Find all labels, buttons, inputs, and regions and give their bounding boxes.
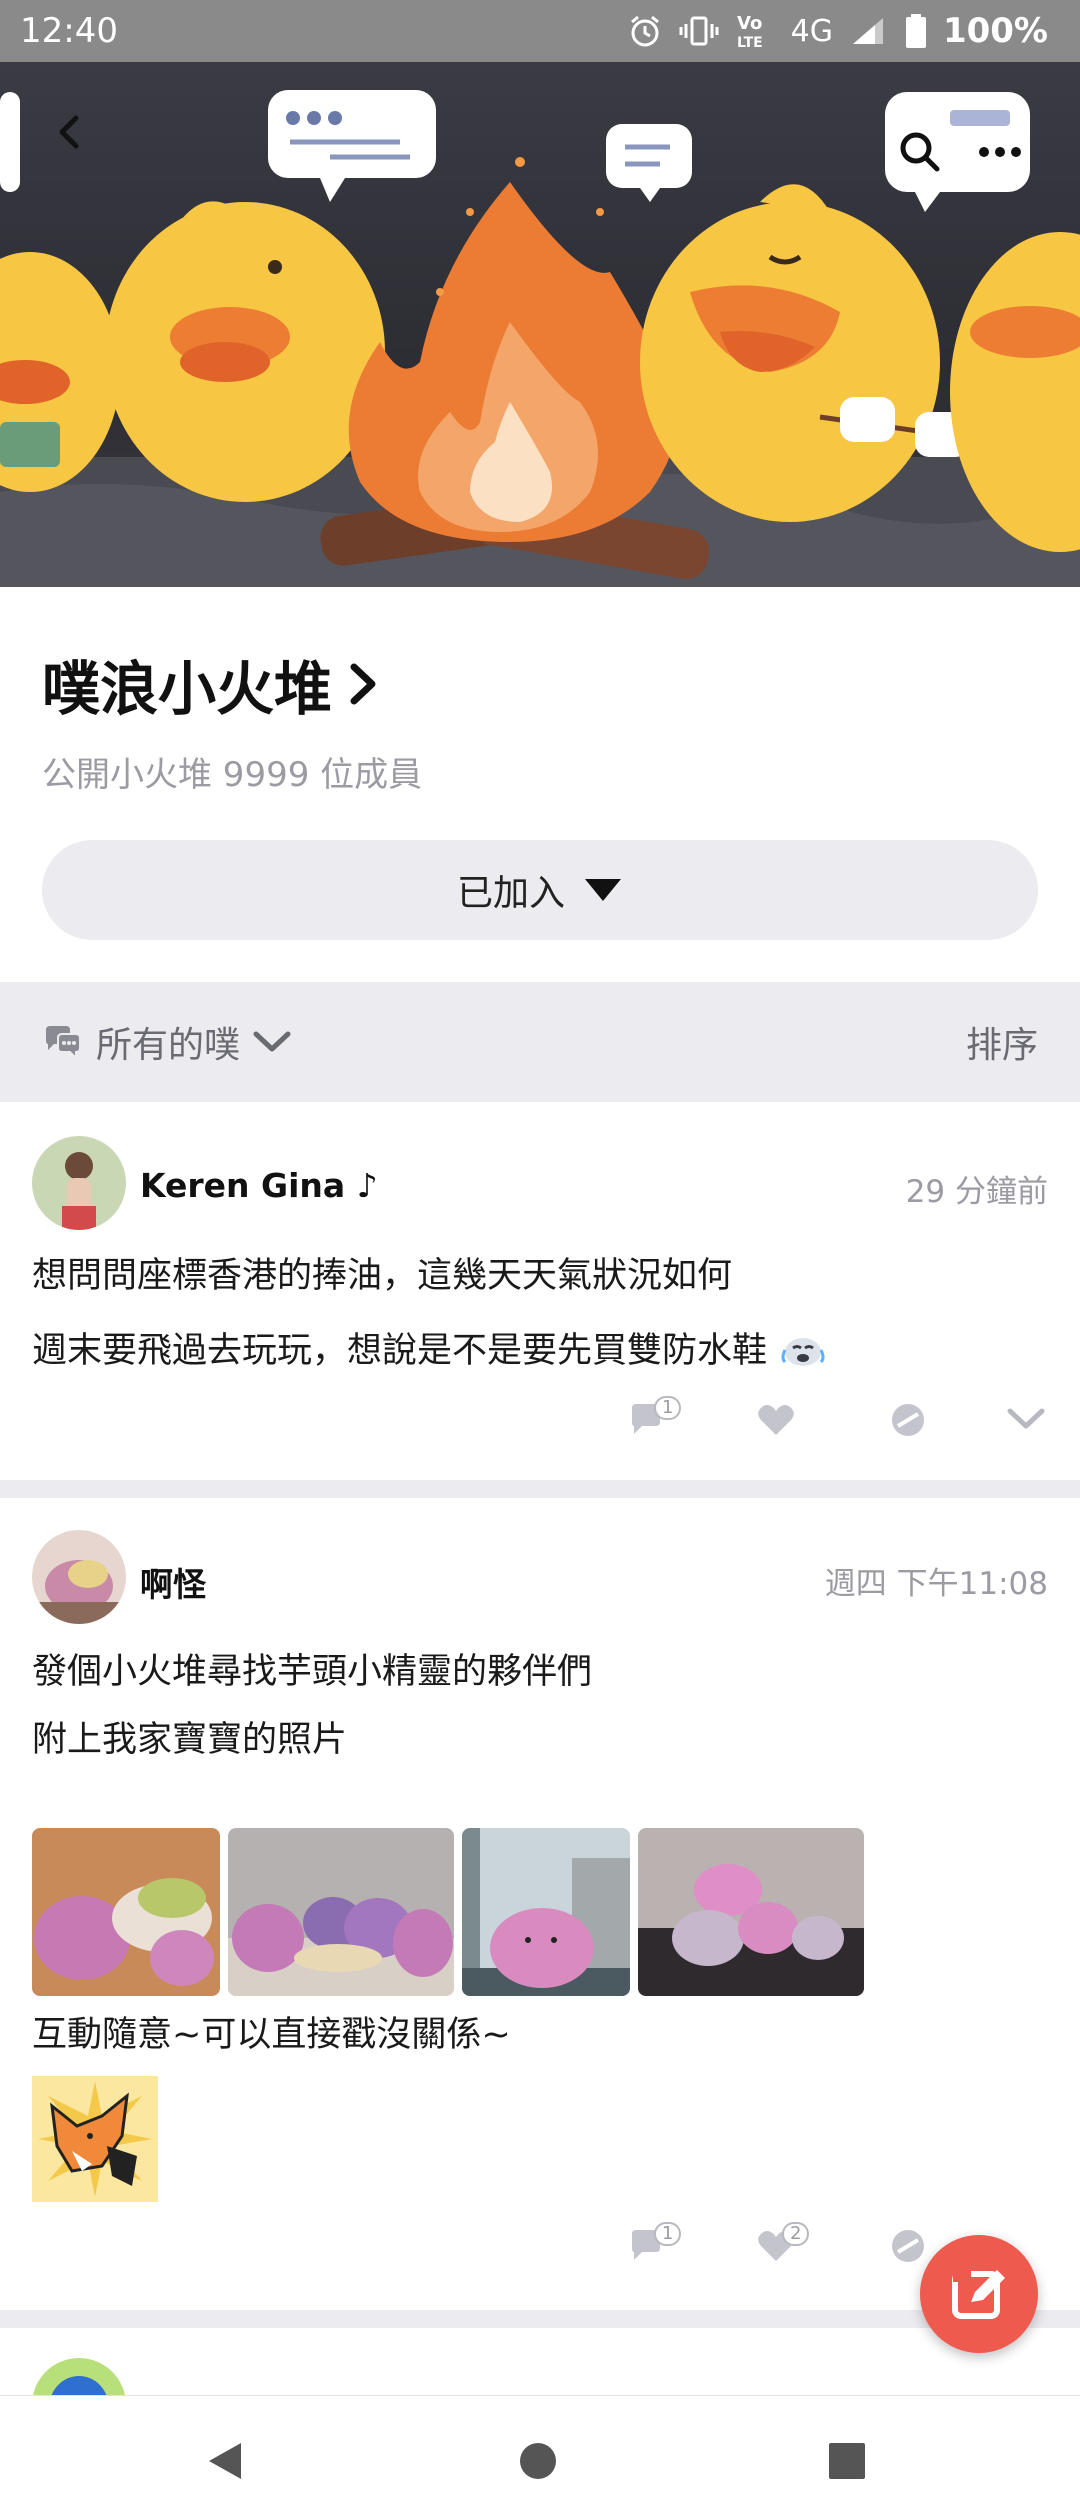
- post-divider: [0, 1480, 1080, 1498]
- status-bar: 12:40 Vo LTE 4G 100%: [0, 0, 1080, 62]
- like-button[interactable]: [756, 1402, 796, 1438]
- post-menu-button[interactable]: [1006, 1406, 1046, 1432]
- post-photo[interactable]: [228, 1828, 454, 1996]
- alarm-icon: [630, 15, 659, 47]
- post-time: 29 分鐘前: [905, 1174, 1048, 1210]
- avatar[interactable]: [32, 1530, 126, 1624]
- reply-count: 1: [654, 1396, 682, 1420]
- svg-text:Vo: Vo: [737, 13, 762, 34]
- system-nav-bar: [0, 2395, 1080, 2520]
- author-name[interactable]: Keren Gina ♪: [140, 1166, 378, 1205]
- back-arrow-icon: [59, 115, 79, 149]
- post-time: 週四 下午11:08: [824, 1566, 1048, 1602]
- signal-icon: [852, 18, 883, 44]
- app-root: 12:40 Vo LTE 4G 100% 噗浪小火堆 公開小火堆 9999 位成…: [0, 0, 1080, 2520]
- reply-button[interactable]: 1: [628, 2222, 682, 2264]
- nav-recents-icon: [829, 2443, 865, 2479]
- vibrate-icon: [679, 16, 719, 46]
- post-photo[interactable]: [32, 1828, 220, 1996]
- post-sticker[interactable]: [32, 2076, 158, 2202]
- replurk-button[interactable]: [888, 2226, 928, 2266]
- volte-icon: Vo LTE: [737, 13, 763, 51]
- plurk-filter-dropdown[interactable]: 所有的噗: [42, 1016, 292, 1068]
- avatar[interactable]: [32, 2358, 126, 2395]
- replurk-icon: [892, 1404, 924, 1436]
- more-icon: [979, 147, 1021, 157]
- status-icons: Vo LTE 4G 100%: [627, 11, 1048, 51]
- heart-icon: [758, 1405, 794, 1435]
- like-button[interactable]: 2: [756, 2222, 810, 2264]
- plurk-post[interactable]: 啊怪 週四 下午11:08 發個小火堆尋找芋頭小精靈的夥伴們 附上我家寶寶的照片: [0, 1498, 1080, 2310]
- post-text: 發個小火堆尋找芋頭小精靈的夥伴們: [32, 1652, 593, 1692]
- joined-label: 已加入: [456, 873, 565, 914]
- nav-recents-button[interactable]: [812, 2426, 882, 2496]
- filter-label: 所有的噗: [96, 1025, 241, 1066]
- post-text: 互動隨意~可以直接戳沒關係~: [32, 2015, 511, 2055]
- post-actions: 1: [0, 1392, 1080, 1452]
- reply-count: 1: [654, 2222, 682, 2246]
- like-count: 2: [782, 2222, 810, 2246]
- post-text: 週末要飛過去玩玩，想說是不是要先買雙防水鞋: [32, 1322, 829, 1373]
- edit-icon: [952, 2268, 1005, 2319]
- caret-down-icon: [585, 879, 621, 901]
- post-actions: 1 2: [0, 2218, 1080, 2278]
- replurk-button[interactable]: [888, 1400, 928, 1440]
- filter-bar: 所有的噗 排序: [0, 982, 1080, 1102]
- search-button[interactable]: [890, 122, 950, 182]
- status-time: 12:40: [20, 11, 118, 51]
- chevron-down-icon: [253, 1031, 291, 1052]
- plurk-post[interactable]: [0, 2328, 1080, 2395]
- nav-back-button[interactable]: [190, 2426, 260, 2496]
- avatar[interactable]: [32, 1136, 126, 1230]
- more-button[interactable]: [970, 122, 1030, 182]
- sort-button[interactable]: 排序: [966, 1016, 1038, 1068]
- nav-home-icon: [520, 2443, 556, 2479]
- network-type: 4G: [790, 13, 833, 49]
- author-name[interactable]: 啊怪: [140, 1558, 206, 1606]
- post-photo[interactable]: [638, 1828, 864, 1996]
- nav-back-icon: [209, 2443, 241, 2479]
- nav-home-button[interactable]: [503, 2426, 573, 2496]
- group-info: 噗浪小火堆 公開小火堆 9999 位成員 已加入: [0, 587, 1080, 982]
- chevron-down-icon: [1007, 1408, 1045, 1429]
- group-banner: [0, 62, 1080, 587]
- back-button[interactable]: [50, 112, 120, 182]
- group-subtitle: 公開小火堆 9999 位成員: [42, 755, 423, 795]
- reply-button[interactable]: 1: [628, 1396, 682, 1438]
- group-title-link[interactable]: 噗浪小火堆: [42, 642, 380, 726]
- svg-text:LTE: LTE: [737, 35, 763, 51]
- battery-level: 100%: [942, 11, 1048, 51]
- battery-icon: [905, 14, 926, 48]
- compose-button[interactable]: [920, 2235, 1038, 2353]
- post-divider: [0, 2310, 1080, 2328]
- crying-emoji-icon: [781, 1337, 825, 1366]
- post-text: 附上我家寶寶的照片: [32, 1720, 348, 1760]
- fox-sticker-icon: [32, 2076, 158, 2202]
- post-photo[interactable]: [462, 1828, 630, 1996]
- search-icon: [900, 132, 940, 172]
- group-title: 噗浪小火堆: [42, 655, 333, 723]
- chevron-right-icon: [350, 663, 376, 705]
- plurk-post[interactable]: Keren Gina ♪ 29 分鐘前 想問問座標香港的捧油，這幾天天氣狀況如何…: [0, 1102, 1080, 1480]
- replurk-icon: [892, 2230, 924, 2262]
- post-text-line: 週末要飛過去玩玩，想說是不是要先買雙防水鞋: [32, 1331, 768, 1371]
- chat-bubbles-icon: [46, 1026, 81, 1060]
- post-text: 想問問座標香港的捧油，這幾天天氣狀況如何: [32, 1256, 733, 1296]
- joined-button[interactable]: 已加入: [42, 840, 1038, 940]
